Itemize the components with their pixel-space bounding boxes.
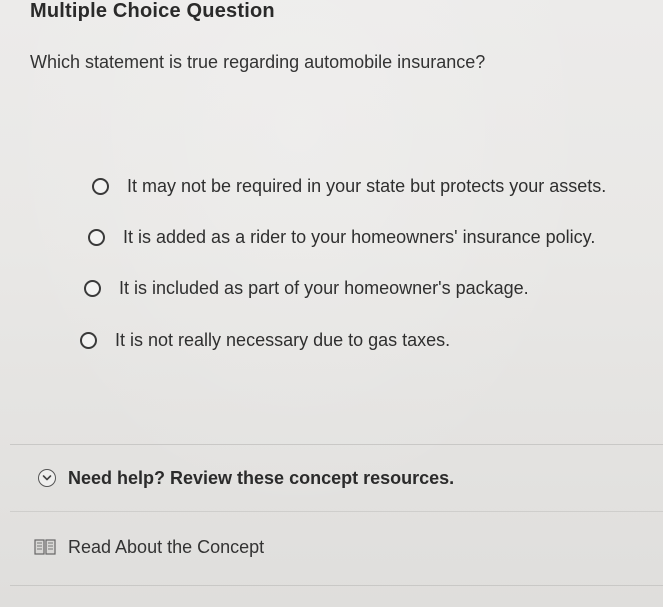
chevron-down-circle-icon[interactable] [38, 469, 56, 487]
read-about-concept-label: Read About the Concept [68, 536, 265, 557]
radio-button[interactable] [92, 178, 109, 195]
concept-resources-panel: Need help? Review these concept resource… [10, 444, 663, 586]
radio-button[interactable] [88, 229, 105, 246]
concept-resources-toggle[interactable]: Need help? Review these concept resource… [10, 445, 663, 512]
radio-button[interactable] [80, 332, 97, 349]
question-type-heading: Multiple Choice Question [30, 0, 275, 22]
answer-option-2[interactable]: It is added as a rider to your homeowner… [88, 227, 595, 248]
answer-option-3[interactable]: It is included as part of your homeowner… [84, 278, 529, 299]
answer-option-label: It is added as a rider to your homeowner… [123, 227, 596, 247]
answer-option-label: It is not really necessary due to gas ta… [115, 330, 451, 350]
book-icon [34, 538, 56, 556]
radio-button[interactable] [84, 280, 101, 297]
read-about-concept-link[interactable]: Read About the Concept [10, 512, 663, 582]
answer-option-label: It is included as part of your homeowner… [119, 278, 529, 298]
concept-resources-title: Need help? Review these concept resource… [68, 467, 455, 488]
question-prompt: Which statement is true regarding automo… [30, 52, 486, 72]
answer-option-4[interactable]: It is not really necessary due to gas ta… [80, 330, 450, 351]
answer-option-1[interactable]: It may not be required in your state but… [92, 176, 606, 197]
answer-option-label: It may not be required in your state but… [127, 176, 607, 196]
